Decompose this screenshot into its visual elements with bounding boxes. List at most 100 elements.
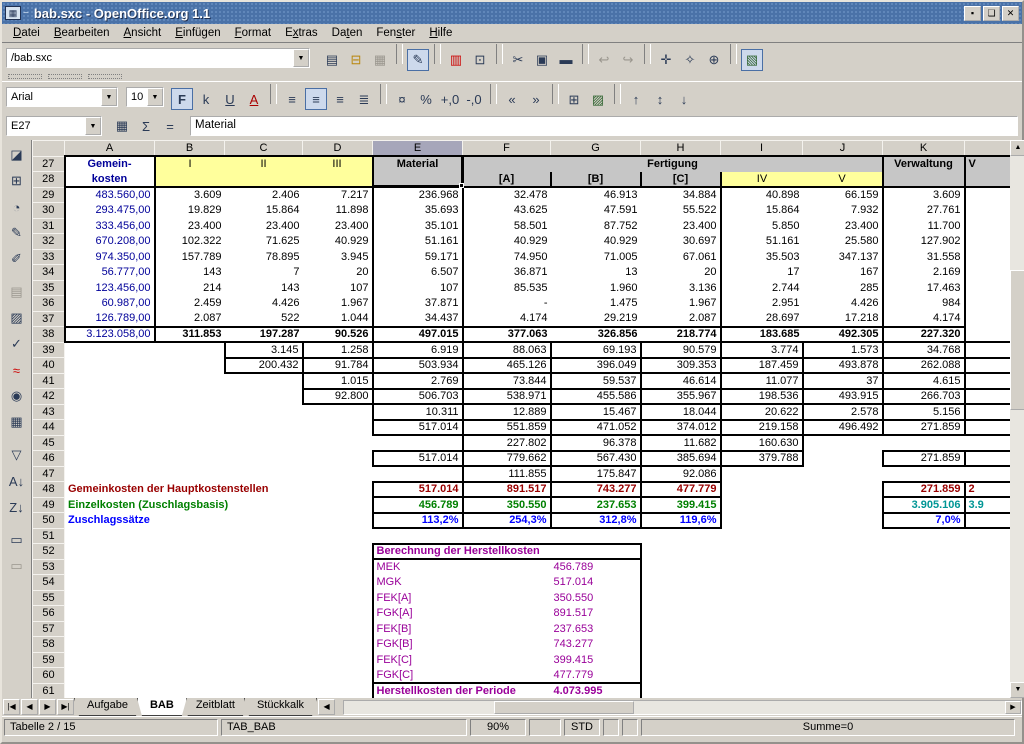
- cell-C28[interactable]: [225, 172, 303, 188]
- cell-J54[interactable]: [803, 575, 883, 591]
- cell-J35[interactable]: 285: [803, 280, 883, 296]
- cell-G50[interactable]: 312,8%: [551, 513, 641, 529]
- cell-I48[interactable]: [721, 482, 803, 498]
- cell-C58[interactable]: [225, 637, 303, 653]
- data-sources-icon[interactable]: ▦: [5, 410, 29, 434]
- cell-A53[interactable]: [65, 559, 155, 575]
- row-header-35[interactable]: 35: [33, 280, 65, 296]
- chevron-down-icon[interactable]: ▼: [85, 117, 101, 135]
- cell-I39[interactable]: 3.774: [721, 342, 803, 358]
- cell-A44[interactable]: [65, 420, 155, 436]
- cell-K47[interactable]: [883, 466, 965, 482]
- cell-A51[interactable]: [65, 528, 155, 544]
- row-header-47[interactable]: 47: [33, 466, 65, 482]
- cell-B32[interactable]: 102.322: [155, 234, 225, 250]
- cell-J56[interactable]: [803, 606, 883, 622]
- autofilter-icon[interactable]: ▽: [5, 443, 29, 467]
- cell-A39[interactable]: [65, 342, 155, 358]
- cell-L55[interactable]: [965, 590, 1011, 606]
- cell-B60[interactable]: [155, 668, 225, 684]
- number-format-currency-icon[interactable]: ¤: [391, 88, 413, 110]
- cell-E39[interactable]: 6.919: [373, 342, 463, 358]
- cell-F50[interactable]: 254,3%: [463, 513, 551, 529]
- cell-A46[interactable]: [65, 451, 155, 467]
- col-header-D[interactable]: D: [303, 141, 373, 157]
- cell-D36[interactable]: 1.967: [303, 296, 373, 312]
- cell-H32[interactable]: 30.697: [641, 234, 721, 250]
- cell-L54[interactable]: [965, 575, 1011, 591]
- row-header-33[interactable]: 33: [33, 249, 65, 265]
- cell-C61[interactable]: [225, 683, 303, 698]
- cell-I54[interactable]: [721, 575, 803, 591]
- cell-J45[interactable]: [803, 435, 883, 451]
- cell-B54[interactable]: [155, 575, 225, 591]
- cell-I29[interactable]: 40.898: [721, 187, 803, 203]
- vertical-scrollbar[interactable]: ▲ ▼: [1010, 140, 1024, 698]
- row-header-48[interactable]: 48: [33, 482, 65, 498]
- col-header-E[interactable]: E: [373, 141, 463, 157]
- cell-E53[interactable]: MEK: [373, 559, 551, 575]
- cell-K45[interactable]: [883, 435, 965, 451]
- insert-cells-icon[interactable]: ⊞: [5, 169, 29, 193]
- cell-B36[interactable]: 2.459: [155, 296, 225, 312]
- scroll-up-button[interactable]: ▲: [1010, 140, 1024, 156]
- cell-E52[interactable]: Berechnung der Herstellkosten: [373, 544, 641, 560]
- hyperlink-icon[interactable]: ⊕: [703, 49, 725, 71]
- row-header-60[interactable]: 60: [33, 668, 65, 684]
- cell-D46[interactable]: [303, 451, 373, 467]
- cell-B55[interactable]: [155, 590, 225, 606]
- cell-I59[interactable]: [721, 652, 803, 668]
- cell-E38[interactable]: 497.015: [373, 327, 463, 343]
- cell-I47[interactable]: [721, 466, 803, 482]
- cell-I57[interactable]: [721, 621, 803, 637]
- cell-L50[interactable]: [965, 513, 1011, 529]
- sheet-tab-aufgabe[interactable]: Aufgabe: [74, 698, 141, 716]
- cell-B37[interactable]: 2.087: [155, 311, 225, 327]
- cell-H38[interactable]: 218.774: [641, 327, 721, 343]
- row-header-53[interactable]: 53: [33, 559, 65, 575]
- cell-B28[interactable]: [155, 172, 225, 188]
- cell-D30[interactable]: 11.898: [303, 203, 373, 219]
- font-size-combo[interactable]: 10 ▼: [126, 87, 164, 107]
- cell-A61[interactable]: [65, 683, 155, 698]
- cell-J33[interactable]: 347.137: [803, 249, 883, 265]
- cell-E34[interactable]: 6.507: [373, 265, 463, 281]
- cell-E57[interactable]: FEK[B]: [373, 621, 551, 637]
- cell-G53[interactable]: 456.789: [551, 559, 641, 575]
- cell-H45[interactable]: 11.682: [641, 435, 721, 451]
- cell-E56[interactable]: FGK[A]: [373, 606, 551, 622]
- delete-decimal-icon[interactable]: -,0: [463, 88, 485, 110]
- cell-L43[interactable]: [965, 404, 1011, 420]
- cell-I45[interactable]: 160.630: [721, 435, 803, 451]
- cell-A40[interactable]: [65, 358, 155, 374]
- cell-L52[interactable]: [965, 544, 1011, 560]
- cell-J30[interactable]: 7.932: [803, 203, 883, 219]
- cell-H37[interactable]: 2.087: [641, 311, 721, 327]
- cell-B29[interactable]: 3.609: [155, 187, 225, 203]
- cell-B44[interactable]: [155, 420, 225, 436]
- cell-K38[interactable]: 227.320: [883, 327, 965, 343]
- row-header-57[interactable]: 57: [33, 621, 65, 637]
- cell-G60[interactable]: 477.779: [551, 668, 641, 684]
- copy-icon[interactable]: ▣: [531, 49, 553, 71]
- cell-C35[interactable]: 143: [225, 280, 303, 296]
- cell-B27[interactable]: I: [155, 156, 225, 172]
- cell-I35[interactable]: 2.744: [721, 280, 803, 296]
- row-header-52[interactable]: 52: [33, 544, 65, 560]
- cell-K52[interactable]: [883, 544, 965, 560]
- cell-D47[interactable]: [303, 466, 373, 482]
- align-justify-icon[interactable]: ≣: [353, 89, 375, 111]
- cell-A36[interactable]: 60.987,00: [65, 296, 155, 312]
- cell-G56[interactable]: 891.517: [551, 606, 641, 622]
- cell-C45[interactable]: [225, 435, 303, 451]
- row-header-39[interactable]: 39: [33, 342, 65, 358]
- cell-D59[interactable]: [303, 652, 373, 668]
- cell-C46[interactable]: [225, 451, 303, 467]
- vertical-scroll-thumb[interactable]: [1010, 270, 1024, 410]
- cell-F31[interactable]: 58.501: [463, 218, 551, 234]
- cell-J48[interactable]: [803, 482, 883, 498]
- cell-J61[interactable]: [803, 683, 883, 698]
- cell-G31[interactable]: 87.752: [551, 218, 641, 234]
- cell-K60[interactable]: [883, 668, 965, 684]
- cell-H46[interactable]: 385.694: [641, 451, 721, 467]
